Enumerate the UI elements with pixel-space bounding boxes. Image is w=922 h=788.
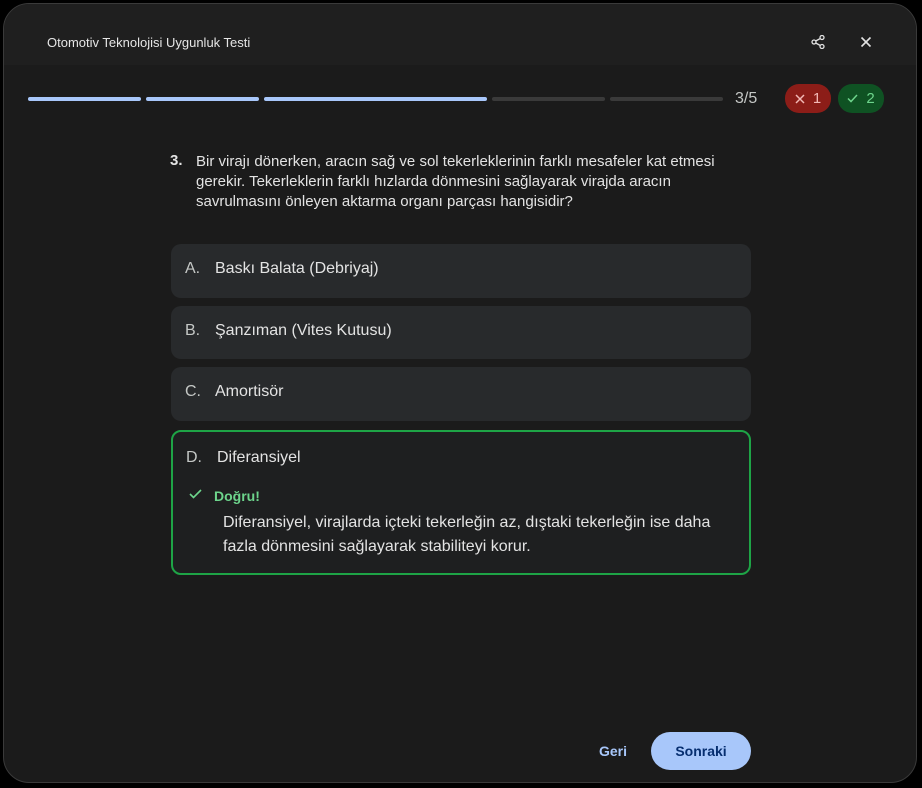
progress-segment-3 xyxy=(264,97,487,101)
close-icon xyxy=(860,36,872,48)
option-d[interactable]: D. Diferansiyel Doğru! Diferansiyel, vir… xyxy=(171,430,751,575)
option-c[interactable]: C. Amortisör xyxy=(171,367,751,421)
question-text: Bir virajı dönerken, aracın sağ ve sol t… xyxy=(196,153,715,210)
wrong-count: 1 xyxy=(812,90,822,107)
option-label: Şanzıman (Vites Kutusu) xyxy=(215,322,392,339)
right-count: 2 xyxy=(866,90,875,107)
share-icon xyxy=(811,35,825,49)
close-button[interactable] xyxy=(856,32,876,52)
share-button[interactable] xyxy=(808,32,828,52)
feedback-title: Doğru! xyxy=(214,488,260,504)
option-a[interactable]: A. Baskı Balata (Debriyaj) xyxy=(171,244,751,298)
progress-segment-5 xyxy=(610,97,723,101)
check-icon xyxy=(847,94,858,103)
option-label: Baskı Balata (Debriyaj) xyxy=(215,260,379,277)
option-letter: A. xyxy=(185,260,201,277)
wrong-count-badge: 1 xyxy=(785,84,831,113)
option-label: Amortisör xyxy=(215,383,284,400)
option-letter: D. xyxy=(186,449,202,466)
progress-segment-4 xyxy=(492,97,605,101)
option-b[interactable]: B. Şanzıman (Vites Kutusu) xyxy=(171,306,751,359)
title-bar: Otomotiv Teknolojisi Uygunluk Testi xyxy=(4,4,916,65)
quiz-title: Otomotiv Teknolojisi Uygunluk Testi xyxy=(47,35,251,50)
x-icon xyxy=(795,93,805,104)
check-icon xyxy=(189,489,202,499)
feedback-text: Diferansiyel, virajlarda içteki tekerleğ… xyxy=(223,514,711,555)
question-number: 3. xyxy=(170,152,183,169)
next-button[interactable]: Sonraki xyxy=(651,732,751,770)
back-button[interactable]: Geri xyxy=(588,732,638,770)
option-letter: B. xyxy=(185,322,201,339)
quiz-dialog: Otomotiv Teknolojisi Uygunluk Testi 3/5 xyxy=(3,3,917,783)
option-letter: C. xyxy=(185,383,201,400)
right-count-badge: 2 xyxy=(838,84,884,113)
progress-segment-1 xyxy=(28,97,141,101)
question-counter: 3/5 xyxy=(735,90,758,107)
option-label: Diferansiyel xyxy=(217,449,301,466)
progress-segment-2 xyxy=(146,97,259,101)
